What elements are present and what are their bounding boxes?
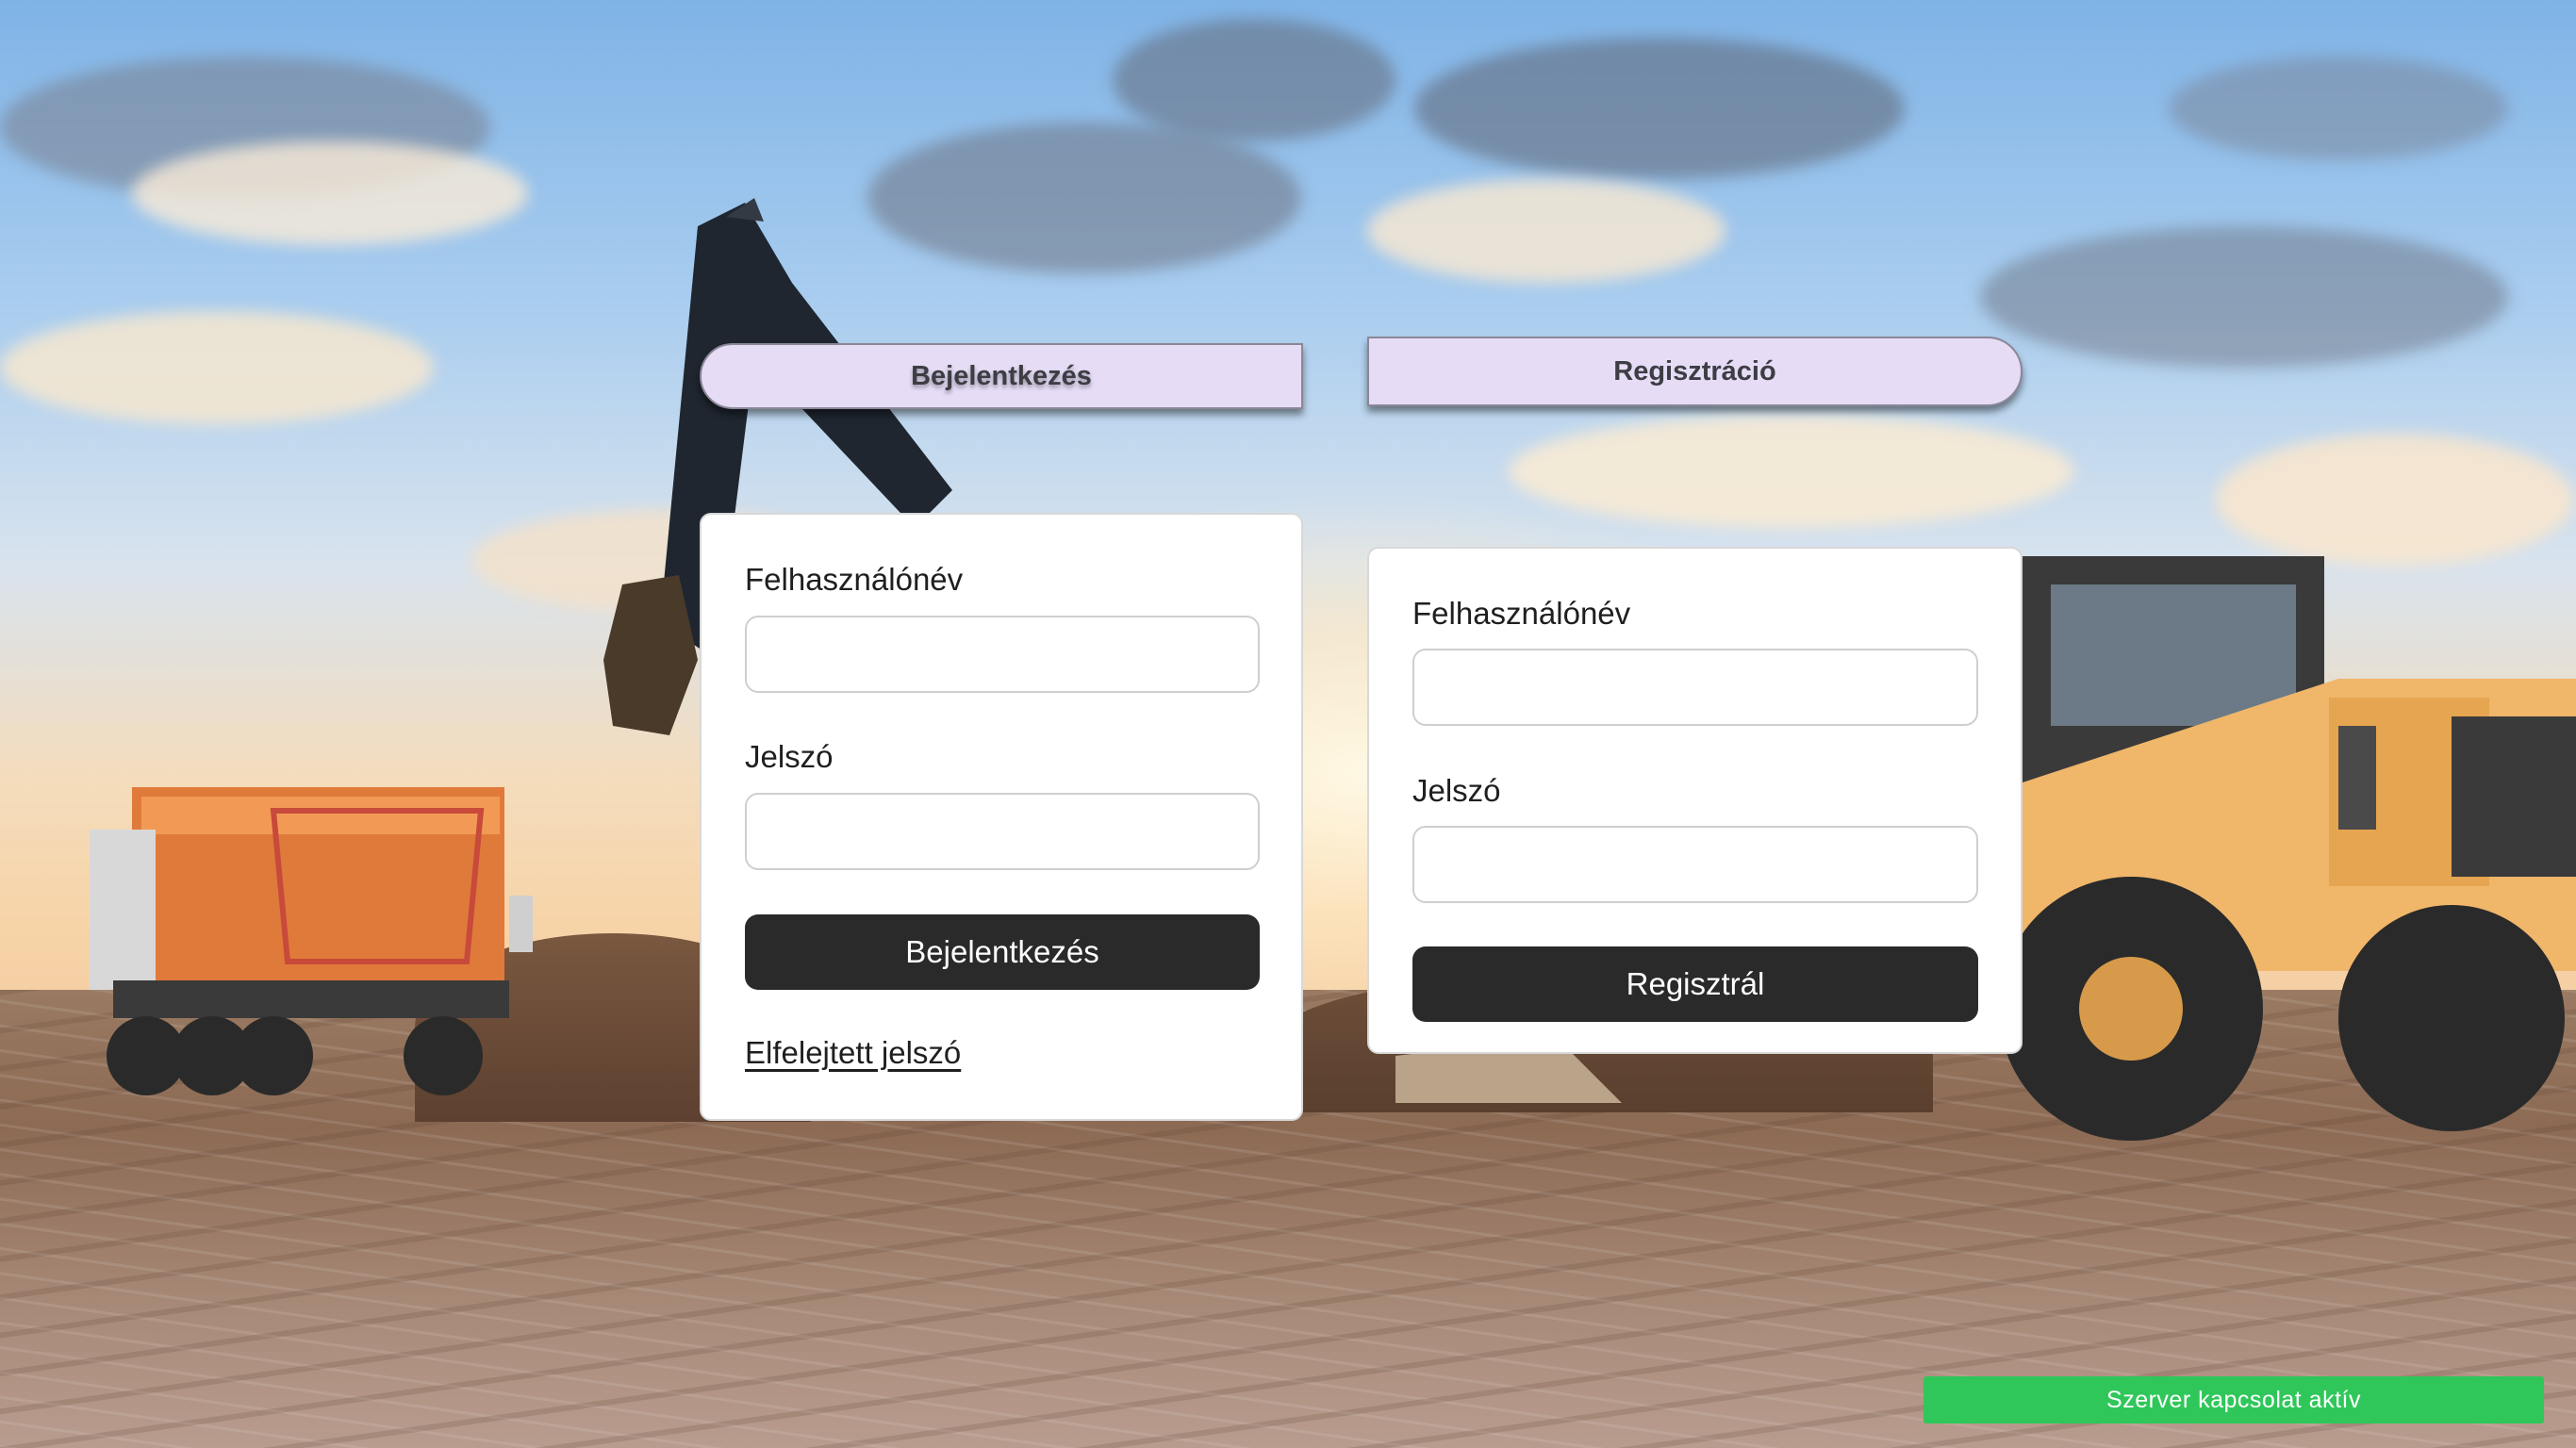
login-password-input[interactable] bbox=[745, 793, 1260, 870]
login-username-label: Felhasználónév bbox=[745, 562, 964, 597]
register-submit-button[interactable]: Regisztrál bbox=[1412, 946, 1978, 1022]
tab-register[interactable]: Regisztráció bbox=[1367, 337, 2023, 406]
tab-register-label: Regisztráció bbox=[1613, 355, 1776, 387]
login-page: Bejelentkezés Regisztráció Felhasználóné… bbox=[0, 0, 2576, 1448]
register-username-label: Felhasználónév bbox=[1412, 596, 1631, 631]
register-password-input[interactable] bbox=[1412, 826, 1978, 903]
register-username-input[interactable] bbox=[1412, 649, 1978, 726]
tab-login[interactable]: Bejelentkezés bbox=[700, 343, 1303, 409]
login-username-input[interactable] bbox=[745, 616, 1260, 693]
register-password-label: Jelszó bbox=[1412, 773, 1501, 808]
dump-truck bbox=[90, 787, 533, 1095]
login-form: Felhasználónév Jelszó Bejelentkezés Elfe… bbox=[700, 513, 1303, 1121]
forgot-password-link[interactable]: Elfelejtett jelszó bbox=[745, 1035, 961, 1071]
login-password-label: Jelszó bbox=[745, 739, 834, 774]
server-status-badge: Szerver kapcsolat aktív bbox=[1924, 1376, 2544, 1423]
server-status-text: Szerver kapcsolat aktív bbox=[2106, 1386, 2361, 1413]
tab-login-label: Bejelentkezés bbox=[911, 360, 1092, 391]
register-form: Felhasználónév Jelszó Regisztrál bbox=[1367, 547, 2023, 1054]
login-submit-button[interactable]: Bejelentkezés bbox=[745, 914, 1260, 990]
